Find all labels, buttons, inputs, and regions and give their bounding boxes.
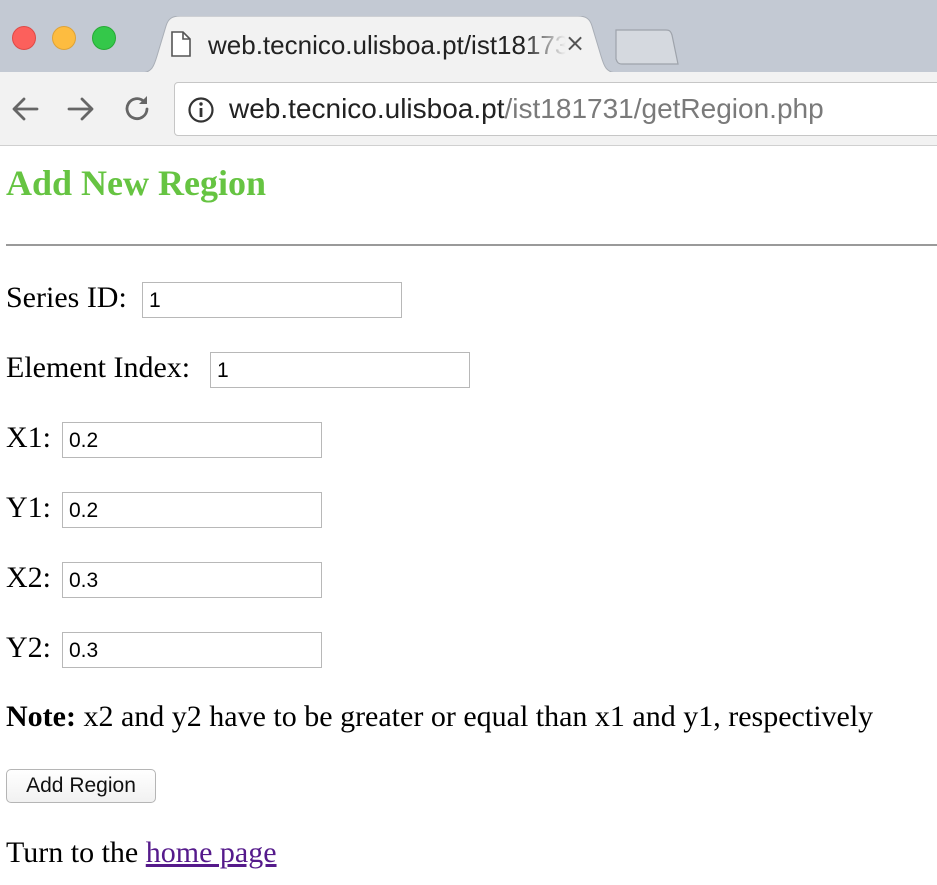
- horizontal-rule: [6, 244, 937, 246]
- x2-label: X2:: [6, 561, 51, 594]
- y2-input[interactable]: [62, 632, 322, 668]
- x1-label: X1:: [6, 421, 51, 454]
- note-label: Note:: [6, 700, 76, 733]
- y1-input[interactable]: [62, 492, 322, 528]
- element-index-input[interactable]: [210, 352, 470, 388]
- series-id-input[interactable]: [142, 282, 402, 318]
- forward-arrow-icon[interactable]: [64, 92, 98, 126]
- url-path: /ist181731/getRegion.php: [504, 93, 824, 124]
- page-title: Add New Region: [6, 163, 267, 203]
- add-region-button[interactable]: Add Region: [6, 769, 156, 803]
- x2-input[interactable]: [62, 562, 322, 598]
- browser-toolbar: web.tecnico.ulisboa.pt/ist181731/getRegi…: [0, 72, 937, 146]
- home-page-link[interactable]: home page: [146, 836, 277, 869]
- y2-label: Y2:: [6, 631, 51, 664]
- x1-input[interactable]: [62, 422, 322, 458]
- maximize-window-button[interactable]: [92, 26, 116, 50]
- note-text: Note: x2 and y2 have to be greater or eq…: [6, 700, 873, 734]
- tab-title: web.tecnico.ulisboa.pt/ist181731/getRegi…: [208, 30, 566, 60]
- note-body: x2 and y2 have to be greater or equal th…: [75, 700, 874, 733]
- page-icon: [171, 31, 191, 57]
- back-arrow-icon[interactable]: [8, 92, 42, 126]
- reload-icon[interactable]: [120, 92, 154, 126]
- series-id-label: Series ID:: [6, 281, 127, 314]
- minimize-window-button[interactable]: [52, 26, 76, 50]
- address-bar[interactable]: web.tecnico.ulisboa.pt/ist181731/getRegi…: [174, 82, 937, 136]
- window-titlebar: web.tecnico.ulisboa.pt/ist181731/getRegi…: [0, 0, 937, 73]
- element-index-label: Element Index:: [6, 351, 191, 384]
- footer-text: Turn to the home page: [6, 836, 277, 870]
- url-text: web.tecnico.ulisboa.pt/ist181731/getRegi…: [229, 93, 824, 125]
- info-icon[interactable]: [187, 96, 215, 124]
- url-host: web.tecnico.ulisboa.pt: [229, 93, 505, 124]
- browser-tab[interactable]: web.tecnico.ulisboa.pt/ist181731/getRegi…: [140, 16, 618, 73]
- tab-close-icon[interactable]: ×: [564, 28, 586, 58]
- y1-label: Y1:: [6, 491, 51, 524]
- close-window-button[interactable]: [12, 26, 36, 50]
- new-tab-button[interactable]: [608, 28, 680, 66]
- footer-prefix: Turn to the: [6, 836, 146, 869]
